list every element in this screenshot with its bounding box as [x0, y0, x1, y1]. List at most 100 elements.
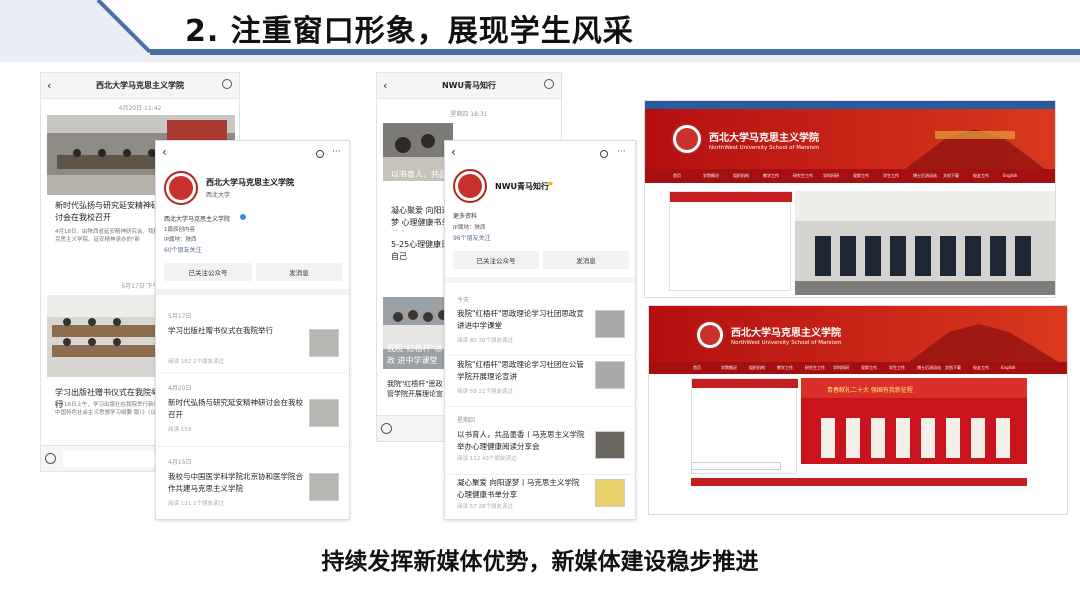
- search-icon[interactable]: [600, 150, 608, 158]
- feed-thumbnail: [595, 431, 625, 459]
- feed-divider: [156, 289, 349, 295]
- verified-icon: [240, 214, 246, 220]
- voice-icon[interactable]: [45, 453, 56, 464]
- feed-item-title: 我校与中国医学科学院北京协和医学院合作共建马克思主义学院: [168, 472, 303, 493]
- phone1-profile-card: ‹ ··· 西北大学马克思主义学院 西北大学 西北大学马克思主义学院 1篇原创内…: [155, 140, 350, 520]
- nav-item[interactable]: 组织机构: [749, 365, 765, 371]
- feed-item[interactable]: 我院"红梧杆"思政理论学习社团在公管学院开展理论宣讲 阅读 58 21个朋友读过: [447, 359, 633, 407]
- search-icon[interactable]: [316, 150, 324, 158]
- slide: { "slide": { "title": "2. 注重窗口形象，展现学生风采"…: [0, 0, 1080, 613]
- nav-item[interactable]: 党群工作: [861, 365, 877, 371]
- web2-site-name-en: NorthWest University School of Marxism: [731, 340, 842, 346]
- feed-divider: [445, 277, 635, 283]
- feed-item-title: 我院"红梧杆"思政理论学习社团在公管学院开展理论宣讲: [457, 360, 584, 381]
- feed-item-title: 以书育人，共品墨香丨马克思主义学院举办心理健康阅读分享会: [457, 430, 585, 451]
- back-arrow-icon[interactable]: ‹: [47, 79, 51, 92]
- more-icon[interactable]: ···: [617, 147, 626, 157]
- nav-item[interactable]: 校友工作: [973, 365, 989, 371]
- feed-item[interactable]: 学习出版社赠书仪式在我院举行 阅读 182 2个朋友读过: [158, 325, 347, 373]
- feed1-date-2: 4月20日: [168, 385, 192, 392]
- back-arrow-icon[interactable]: ‹: [162, 145, 167, 159]
- website-screenshot-2: 西北大学马克思主义学院 NorthWest University School …: [648, 305, 1068, 515]
- feed2-date-2: 星期四: [457, 417, 476, 424]
- nwu-qingma-logo: [453, 169, 487, 203]
- feed-item-meta: 阅读 121 1个朋友读过: [168, 501, 224, 507]
- feed-item[interactable]: 凝心聚爱 向阳逐梦丨马克思主义学院心理健康书单分享 阅读 57 28个朋友读过: [447, 477, 633, 519]
- send-message-button[interactable]: 发消息: [543, 251, 629, 269]
- profile2-ip: IP属地：陕西: [453, 225, 486, 231]
- nav-item[interactable]: 学院概况: [721, 365, 737, 371]
- nav-item[interactable]: 研究生工作: [805, 365, 825, 371]
- phone2-article5-title: 我院"红梧杆"思政 管学院开展理论宣: [387, 380, 443, 398]
- nav-item[interactable]: English: [1001, 365, 1015, 370]
- nav-item[interactable]: 教学工作: [763, 173, 779, 179]
- profile2-name: NWU青马知行: [495, 182, 550, 191]
- web2-banner-text: 青春献礼二十大 强国有我新征程: [827, 387, 913, 394]
- nav-item[interactable]: 学科科研: [823, 173, 839, 179]
- nav-item[interactable]: 研究生工作: [793, 173, 813, 179]
- feed-item-meta: 阅读 182 2个朋友读过: [168, 359, 224, 365]
- user-icon[interactable]: [544, 79, 554, 89]
- phone2-article1-title: 以书育人，共品墨香 办心理健康阅读分享: [391, 170, 450, 195]
- followed-button[interactable]: 已关注公众号: [453, 251, 539, 269]
- web2-site-name: 西北大学马克思主义学院: [731, 328, 841, 339]
- feed-item[interactable]: 新时代弘扬与研究延安精神研讨会在我校召开 阅读 159: [158, 397, 347, 447]
- phone1-time1: 4月20日 11:42: [118, 105, 162, 112]
- web1-site-name-en: NorthWest University School of Marxism: [709, 145, 820, 151]
- feed1-date-1: 5月17日: [168, 313, 192, 320]
- profile1-ip: IP属地：陕西: [164, 237, 197, 243]
- feed-item[interactable]: 我校与中国医学科学院北京协和医学院合作共建马克思主义学院 阅读 121 1个朋友…: [158, 471, 347, 517]
- followed-button[interactable]: 已关注公众号: [164, 263, 252, 281]
- nav-item[interactable]: 首页: [693, 365, 701, 371]
- nav-item[interactable]: 学科科研: [833, 365, 849, 371]
- title-bar: 2. 注重窗口形象，展现学生风采: [0, 0, 1080, 62]
- phone2-article2-title: 凝心聚爱 向阳逐梦 心理健康书单分享: [391, 206, 450, 231]
- website-screenshot-1: 西北大学马克思主义学院 NorthWest University School …: [644, 100, 1056, 298]
- profile1-subtitle: 西北大学: [206, 192, 231, 199]
- profile1-name: 西北大学马克思主义学院: [206, 178, 294, 187]
- phone1-header: ‹ 西北大学马克思主义学院: [41, 73, 239, 99]
- more-icon[interactable]: ···: [332, 147, 341, 157]
- nav-item[interactable]: 博士后流动站: [917, 365, 941, 371]
- phone2-header: ‹ NWU青马知行: [377, 73, 561, 99]
- nav-item[interactable]: 教学工作: [777, 365, 793, 371]
- feed-item[interactable]: 我院"红梧杆"思政理论学习社团思政宣讲进中学课堂 阅读 80 30个朋友读过: [447, 308, 633, 356]
- feed-item-title: 新时代弘扬与研究延安精神研讨会在我校召开: [168, 398, 303, 419]
- profile2-friends[interactable]: 96个朋友关注: [453, 233, 491, 242]
- nav-item[interactable]: 博士后流动站: [913, 173, 937, 179]
- feed-item-title: 我院"红梧杆"思政理论学习社团思政宣讲进中学课堂: [457, 309, 584, 330]
- nav-item[interactable]: English: [1003, 173, 1017, 178]
- feed-item-title: 凝心聚爱 向阳逐梦丨马克思主义学院心理健康书单分享: [457, 478, 580, 499]
- feed-item-meta: 阅读 80 30个朋友读过: [457, 338, 513, 344]
- web1-list-header: [670, 192, 792, 202]
- web1-banner: [645, 109, 1055, 169]
- feed-thumbnail: [309, 329, 339, 357]
- nav-item[interactable]: 学生工作: [883, 173, 899, 179]
- feed-thumbnail: [309, 399, 339, 427]
- back-arrow-icon[interactable]: ‹: [451, 145, 456, 159]
- profile1-friends[interactable]: 60个朋友关注: [164, 245, 202, 254]
- profile1-stat: 1篇原创内容: [164, 227, 195, 233]
- profile2-more[interactable]: 更多资料: [453, 211, 477, 220]
- nav-item[interactable]: 首页: [673, 173, 681, 179]
- web2-list-header: [692, 379, 798, 388]
- nav-item[interactable]: 文档下载: [943, 173, 959, 179]
- voice-icon[interactable]: [381, 423, 392, 434]
- phone2-header-title: NWU青马知行: [441, 81, 496, 90]
- feed-thumbnail: [595, 310, 625, 338]
- nav-item[interactable]: 组织机构: [733, 173, 749, 179]
- back-arrow-icon[interactable]: ‹: [383, 79, 387, 92]
- nav-item[interactable]: 党群工作: [853, 173, 869, 179]
- nwu-marxism-logo: [164, 171, 198, 205]
- web2-search-input[interactable]: [691, 462, 781, 470]
- send-message-button[interactable]: 发消息: [256, 263, 342, 281]
- user-icon[interactable]: [222, 79, 232, 89]
- web2-left-list: [691, 378, 798, 474]
- web2-bottom-tabs: [691, 478, 1027, 486]
- nav-item[interactable]: 学生工作: [889, 365, 905, 371]
- nav-item[interactable]: 学院概况: [703, 173, 719, 179]
- nav-item[interactable]: 校友工作: [973, 173, 989, 179]
- nav-item[interactable]: 文档下载: [945, 365, 961, 371]
- feed-thumbnail: [595, 361, 625, 389]
- feed-item[interactable]: 以书育人，共品墨香丨马克思主义学院举办心理健康阅读分享会 阅读 112 43个朋…: [447, 429, 633, 475]
